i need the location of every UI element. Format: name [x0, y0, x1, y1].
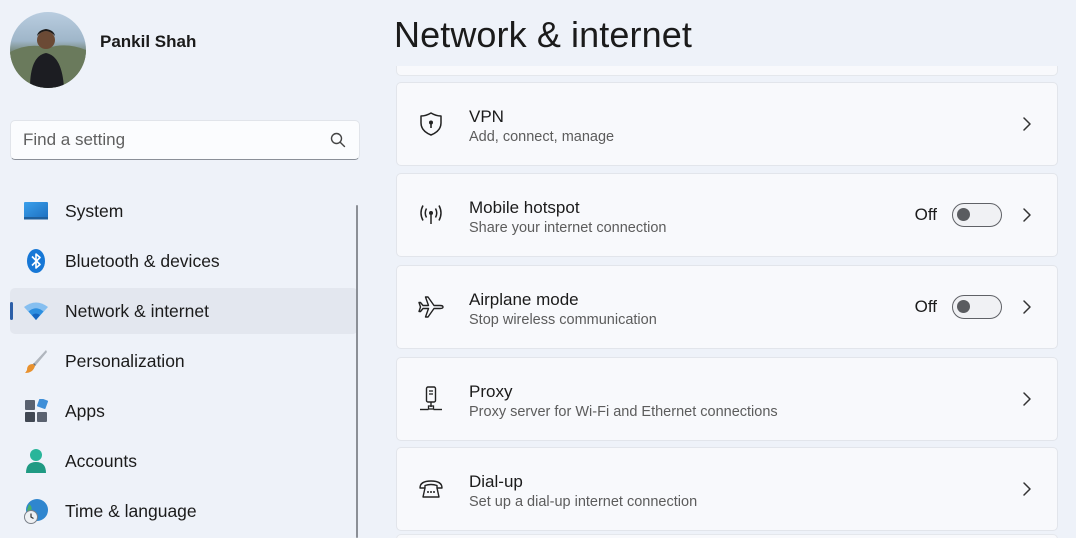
mobile-hotspot-card[interactable]: Mobile hotspot Share your internet conne… [396, 173, 1058, 257]
nav-menu: System Bluetooth & devices Network & int… [10, 188, 358, 538]
card-subtitle: Proxy server for Wi-Fi and Ethernet conn… [469, 404, 778, 420]
card-text: VPN Add, connect, manage [469, 107, 614, 147]
toggle-state-label: Off [914, 205, 937, 224]
wifi-icon [22, 297, 50, 325]
vpn-card[interactable]: VPN Add, connect, manage [396, 82, 1058, 166]
sidebar-item-label: Personalization [65, 350, 185, 371]
profile-name: Pankil Shah [100, 32, 197, 51]
sidebar-item-accounts[interactable]: Accounts [10, 438, 358, 484]
proxy-icon [420, 386, 442, 411]
chevron-right-icon[interactable] [1021, 299, 1033, 315]
sidebar-item-system[interactable]: System [10, 188, 358, 234]
sidebar-item-personalization[interactable]: Personalization [10, 338, 358, 384]
card-subtitle: Share your internet connection [469, 220, 667, 236]
search-box[interactable] [10, 120, 360, 160]
person-icon [22, 447, 50, 475]
card-title: Proxy [469, 382, 513, 401]
proxy-card[interactable]: Proxy Proxy server for Wi-Fi and Etherne… [396, 357, 1058, 441]
sidebar-item-time-language[interactable]: Time & language [10, 488, 358, 534]
sidebar-item-label: System [65, 200, 124, 221]
shield-icon [420, 112, 442, 136]
search-icon[interactable] [329, 131, 347, 149]
brush-icon [22, 347, 50, 375]
airplane-mode-toggle[interactable] [952, 295, 1002, 319]
system-icon [22, 197, 50, 225]
hotspot-icon [420, 205, 442, 224]
sidebar-item-bluetooth[interactable]: Bluetooth & devices [10, 238, 358, 284]
globe-clock-icon [22, 497, 50, 525]
sidebar-item-label: Apps [65, 400, 105, 421]
card-title: VPN [469, 107, 504, 126]
apps-icon [22, 397, 50, 425]
page-title: Network & internet [394, 14, 692, 55]
toggle-state-label: Off [914, 297, 937, 316]
card-subtitle: Add, connect, manage [469, 129, 615, 145]
sidebar-item-label: Bluetooth & devices [65, 250, 220, 271]
bluetooth-icon [22, 247, 50, 275]
card-text: Mobile hotspot Share your internet conne… [469, 198, 667, 238]
avatar[interactable] [10, 12, 86, 88]
sidebar: Pankil Shah System [0, 0, 370, 538]
chevron-right-icon[interactable] [1021, 481, 1033, 497]
sidebar-item-label: Accounts [65, 450, 137, 471]
sidebar-scrollbar[interactable] [356, 205, 358, 538]
airplane-icon [418, 296, 444, 318]
card-title: Mobile hotspot [469, 198, 580, 217]
sidebar-item-network[interactable]: Network & internet [10, 288, 358, 334]
sidebar-item-label: Network & internet [65, 300, 209, 321]
dial-up-card[interactable]: Dial-up Set up a dial-up internet connec… [396, 447, 1058, 531]
card-text: Airplane mode Stop wireless communicatio… [469, 290, 657, 330]
search-input[interactable] [23, 130, 329, 150]
chevron-right-icon[interactable] [1021, 116, 1033, 132]
card-title: Airplane mode [469, 290, 579, 309]
card-title: Dial-up [469, 472, 523, 491]
card-text: Proxy Proxy server for Wi-Fi and Etherne… [469, 382, 778, 422]
chevron-right-icon[interactable] [1021, 391, 1033, 407]
user-profile[interactable]: Pankil Shah [10, 12, 196, 88]
card-subtitle: Set up a dial-up internet connection [469, 494, 698, 510]
chevron-right-icon[interactable] [1021, 207, 1033, 223]
card-subtitle: Stop wireless communication [469, 312, 657, 328]
hotspot-toggle[interactable] [952, 203, 1002, 227]
airplane-mode-card[interactable]: Airplane mode Stop wireless communicatio… [396, 265, 1058, 349]
sidebar-item-apps[interactable]: Apps [10, 388, 358, 434]
dialup-icon [419, 480, 443, 498]
card-partial [396, 534, 1058, 538]
card-text: Dial-up Set up a dial-up internet connec… [469, 472, 697, 512]
card-partial [396, 66, 1058, 76]
sidebar-item-label: Time & language [65, 500, 197, 521]
